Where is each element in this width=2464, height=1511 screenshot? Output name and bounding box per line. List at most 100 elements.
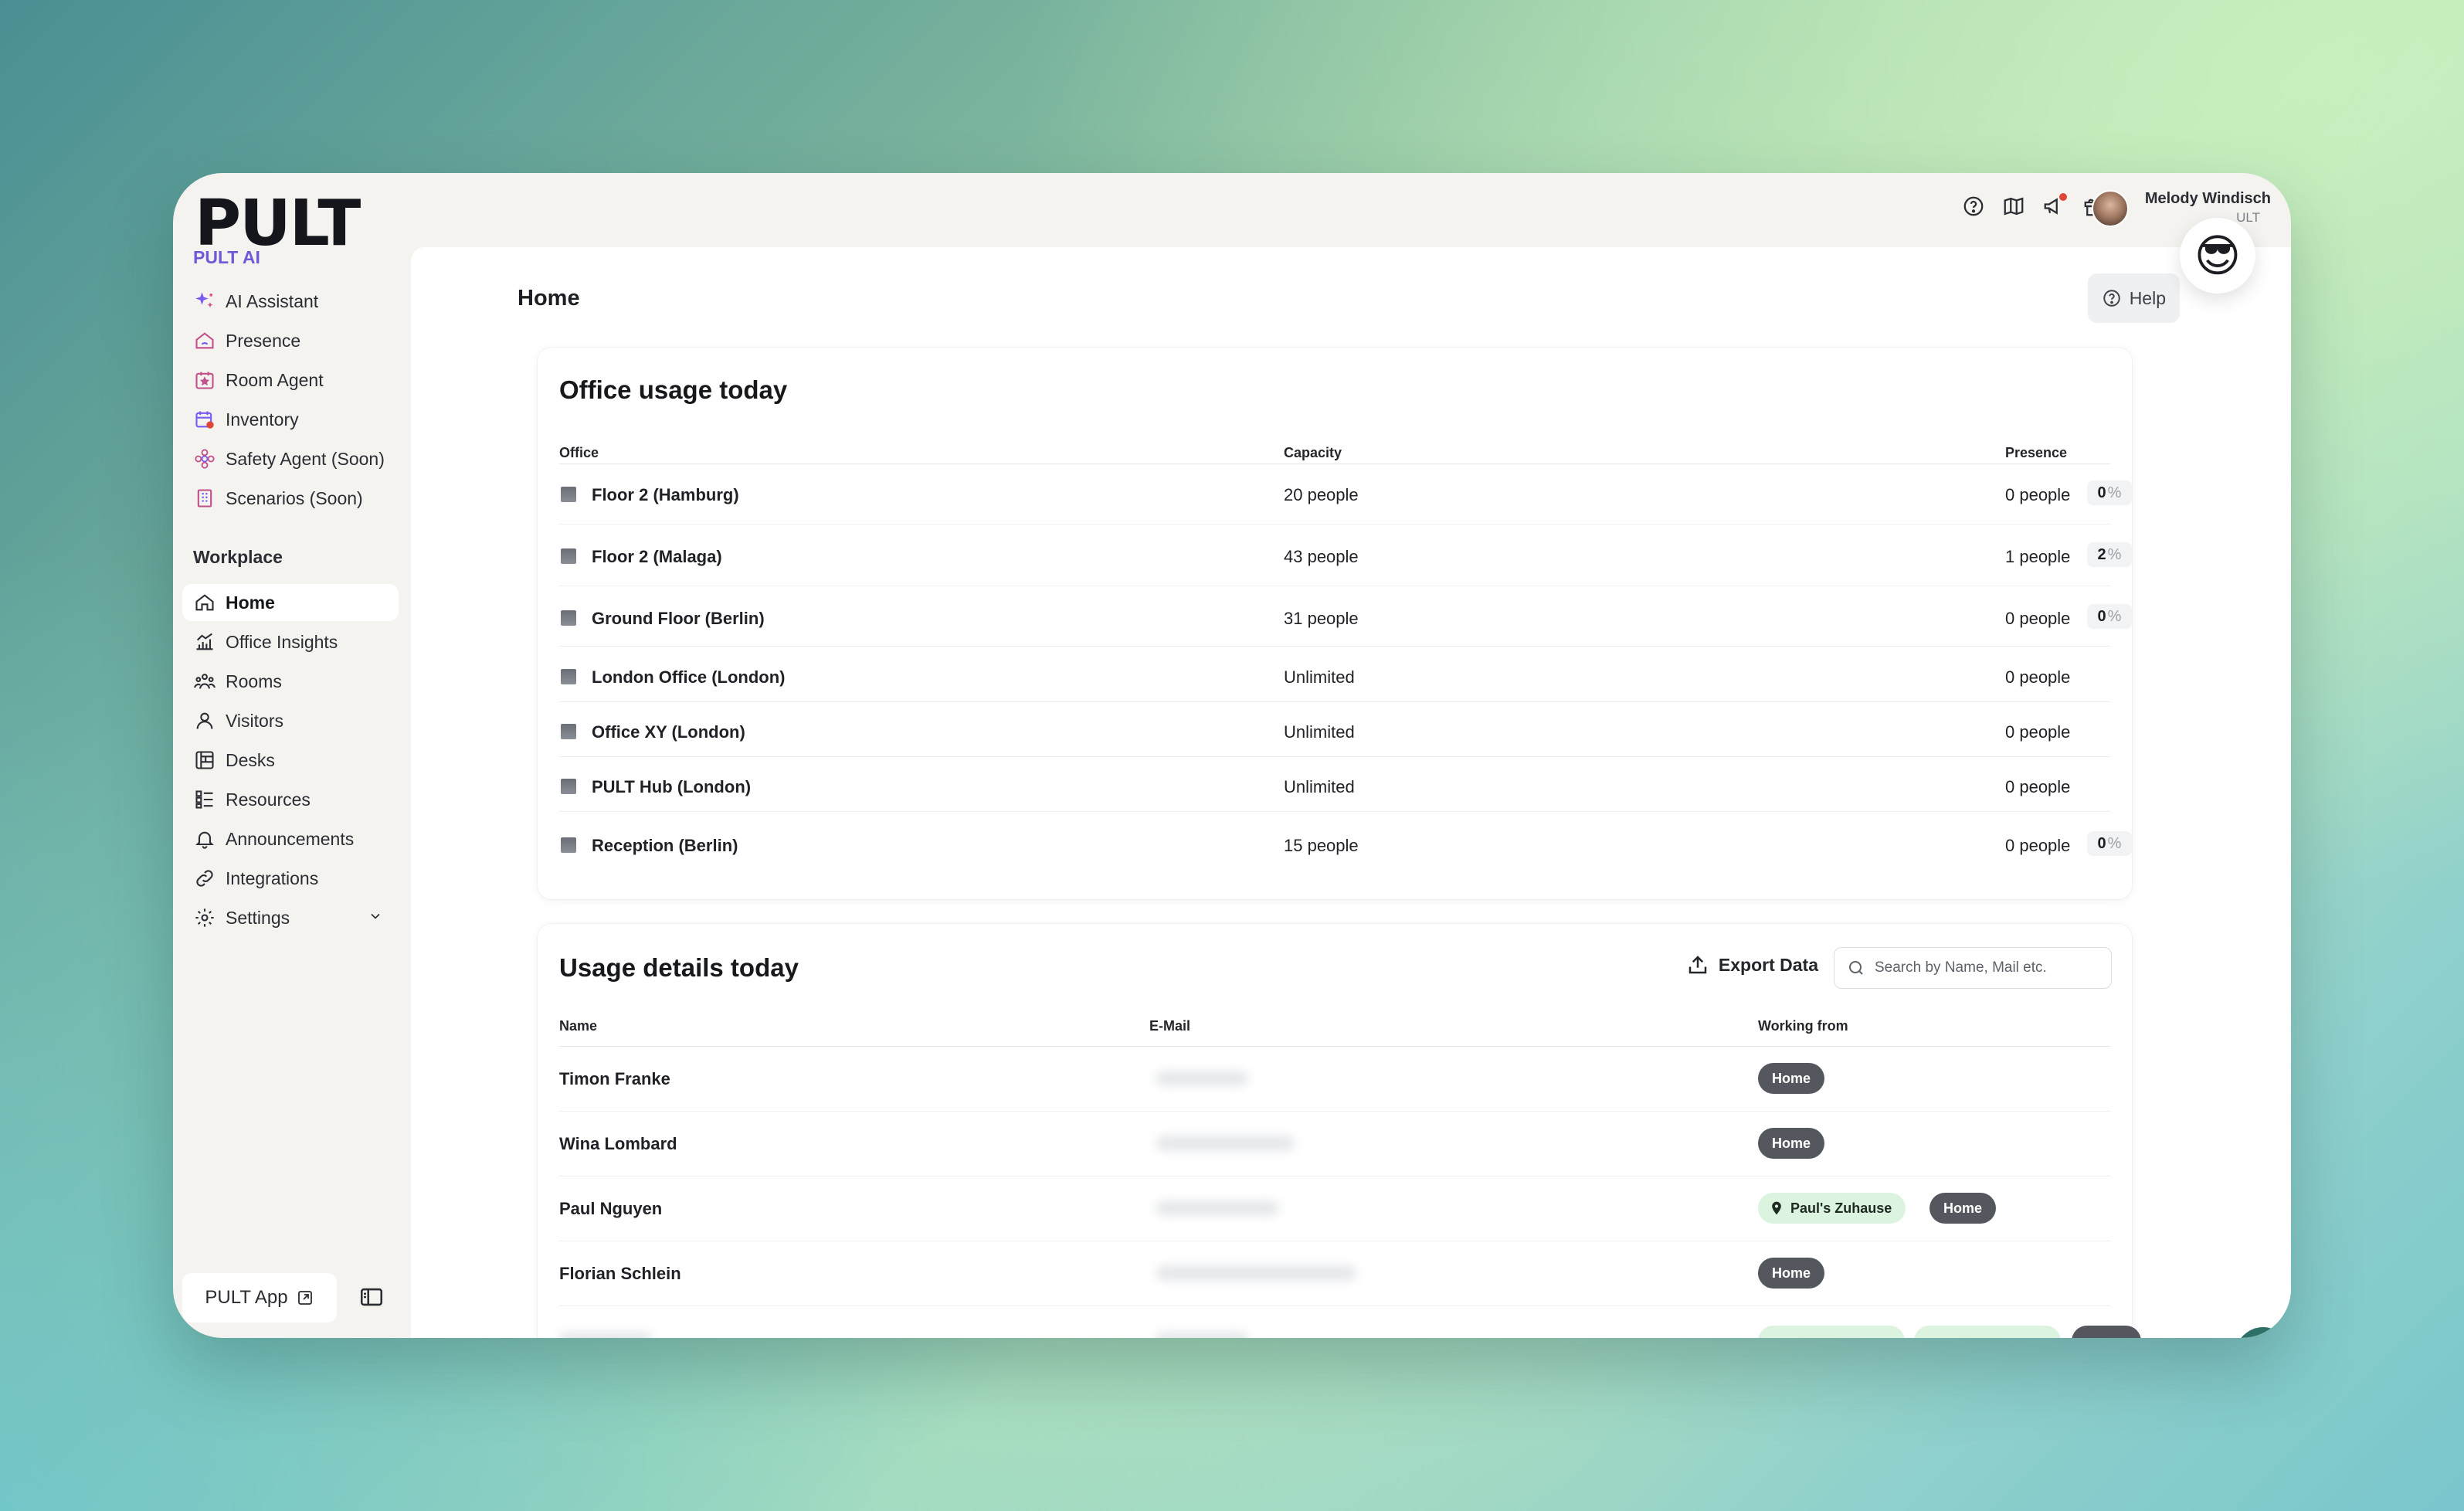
row-divider [559,646,2110,647]
sidebar-item-ai-assistant[interactable]: AI Assistant [182,283,399,320]
row-divider [559,756,2110,757]
page-title: Home [518,286,580,311]
sidebar-item-safety-agent[interactable]: Safety Agent (Soon) [182,440,399,477]
presence-percent-badge: 0% [2087,604,2132,629]
sidebar-item-home[interactable]: Home [182,584,399,621]
col-presence: Presence [2005,445,2068,460]
col-capacity: Capacity [1284,445,1342,460]
status-badge-cut-off [2072,1326,2141,1338]
office-presence: 0 people [2005,609,2071,628]
gear-icon [193,906,216,929]
section-pult-ai: PULT AI [193,247,260,267]
row-divider [559,524,2110,525]
col-working-from: Working from [1758,1018,1848,1034]
presence-percent-badge: 0% [2087,480,2132,505]
building-icon [561,548,576,564]
location-badge: Paul's Zuhause [1758,1193,1906,1224]
sidebar-item-office-insights[interactable]: Office Insights [182,623,399,660]
sidebar-toggle-icon[interactable] [358,1284,385,1314]
sidebar-item-rooms[interactable]: Rooms [182,663,399,700]
help-button[interactable]: Help [2087,273,2180,323]
chevron-down-icon[interactable] [368,908,383,929]
email-redacted [1156,1136,1295,1151]
map-icon[interactable] [2002,195,2025,218]
sidebar-item-settings[interactable]: Settings [182,899,399,936]
sparkle-icon [193,290,216,313]
export-label: Export Data [1718,954,1818,975]
chat-support-button[interactable] [2235,1327,2291,1338]
sidebar-item-room-agent[interactable]: Room Agent [182,362,399,399]
office-name[interactable]: Ground Floor (Berlin) [592,609,765,629]
notification-dot [2059,193,2067,201]
person-name[interactable]: Paul Nguyen [559,1199,662,1219]
person-name[interactable]: Florian Schlein [559,1264,681,1284]
name-cut-off [559,1332,652,1338]
sidebar-item-label: Integrations [226,868,319,888]
office-name[interactable]: Floor 2 (Hamburg) [592,485,739,505]
link-icon [193,867,216,890]
export-data-button[interactable]: Export Data [1686,953,1818,976]
col-name: Name [559,1018,598,1034]
sidebar-item-label: Visitors [226,710,283,731]
status-badge: Home [1758,1128,1825,1159]
office-capacity: Unlimited [1284,667,1355,687]
upload-icon [1688,956,1707,974]
office-name[interactable]: Reception (Berlin) [592,836,738,856]
office-name[interactable]: London Office (London) [592,667,786,688]
building-icon [561,724,576,739]
building-icon [561,837,576,853]
usage-details-title: Usage details today [559,953,799,982]
help-label: Help [2129,287,2166,308]
help-circle-icon[interactable] [1962,195,1985,218]
search-input[interactable] [1875,959,2099,976]
person-name[interactable]: Wina Lombard [559,1134,677,1154]
office-capacity: 15 people [1284,836,1359,855]
status-badge: Home [1929,1193,1997,1224]
presence-percent-badge: 0% [2087,831,2132,856]
office-capacity: 43 people [1284,547,1359,566]
sidebar-item-label: Presence [226,330,301,351]
office-presence: 0 people [2005,485,2071,504]
building-icon [561,487,576,502]
building-icon [561,669,576,684]
megaphone-icon[interactable] [2042,193,2067,218]
office-name[interactable]: Floor 2 (Malaga) [592,547,722,567]
office-usage-title: Office usage today [559,375,788,404]
sidebar-item-presence[interactable]: Presence [182,322,399,359]
sidebar-item-label: Rooms [226,671,282,691]
search-icon [1849,961,1863,975]
sidebar-item-label: Office Insights [226,631,338,652]
sidebar-item-integrations[interactable]: Integrations [182,860,399,897]
section-workplace: Workplace [193,547,283,567]
location-badge-cut-off [1758,1326,1905,1338]
sidebar-item-announcements[interactable]: Announcements [182,820,399,857]
sidebar-item-scenarios[interactable]: Scenarios (Soon) [182,480,399,517]
user-name[interactable]: Melody Windisch [2145,190,2271,208]
sidebar-item-inventory[interactable]: Inventory [182,401,399,438]
location-pin-icon [1772,1201,1781,1215]
email-redacted [1156,1200,1279,1216]
sidebar-item-desks[interactable]: Desks [182,742,399,779]
search-field[interactable] [1834,947,2112,989]
email-redacted [1156,1071,1248,1086]
pult-app-button[interactable]: PULT App [182,1273,337,1323]
office-capacity: Unlimited [1284,722,1355,742]
sidebar-item-visitors[interactable]: Visitors [182,702,399,739]
location-label: Paul's Zuhause [1790,1200,1892,1216]
office-name[interactable]: Office XY (London) [592,722,745,742]
person-name[interactable]: Timon Franke [559,1069,670,1089]
rooms-icon [193,670,216,693]
email-redacted [1156,1265,1356,1281]
bell-icon [193,827,216,851]
office-name[interactable]: PULT Hub (London) [592,777,751,797]
avatar[interactable] [2092,190,2129,227]
building-icon [193,487,216,510]
sidebar-item-label: Home [226,592,275,613]
app-window: PULT PULT AI AI Assistant Presence Room … [173,173,2291,1338]
home-icon [193,591,216,614]
row-divider [559,701,2110,702]
office-presence: 0 people [2005,836,2071,855]
person-icon [193,709,216,732]
emoji-reaction-button[interactable]: 😎 [2180,218,2255,294]
sidebar-item-resources[interactable]: Resources [182,781,399,818]
